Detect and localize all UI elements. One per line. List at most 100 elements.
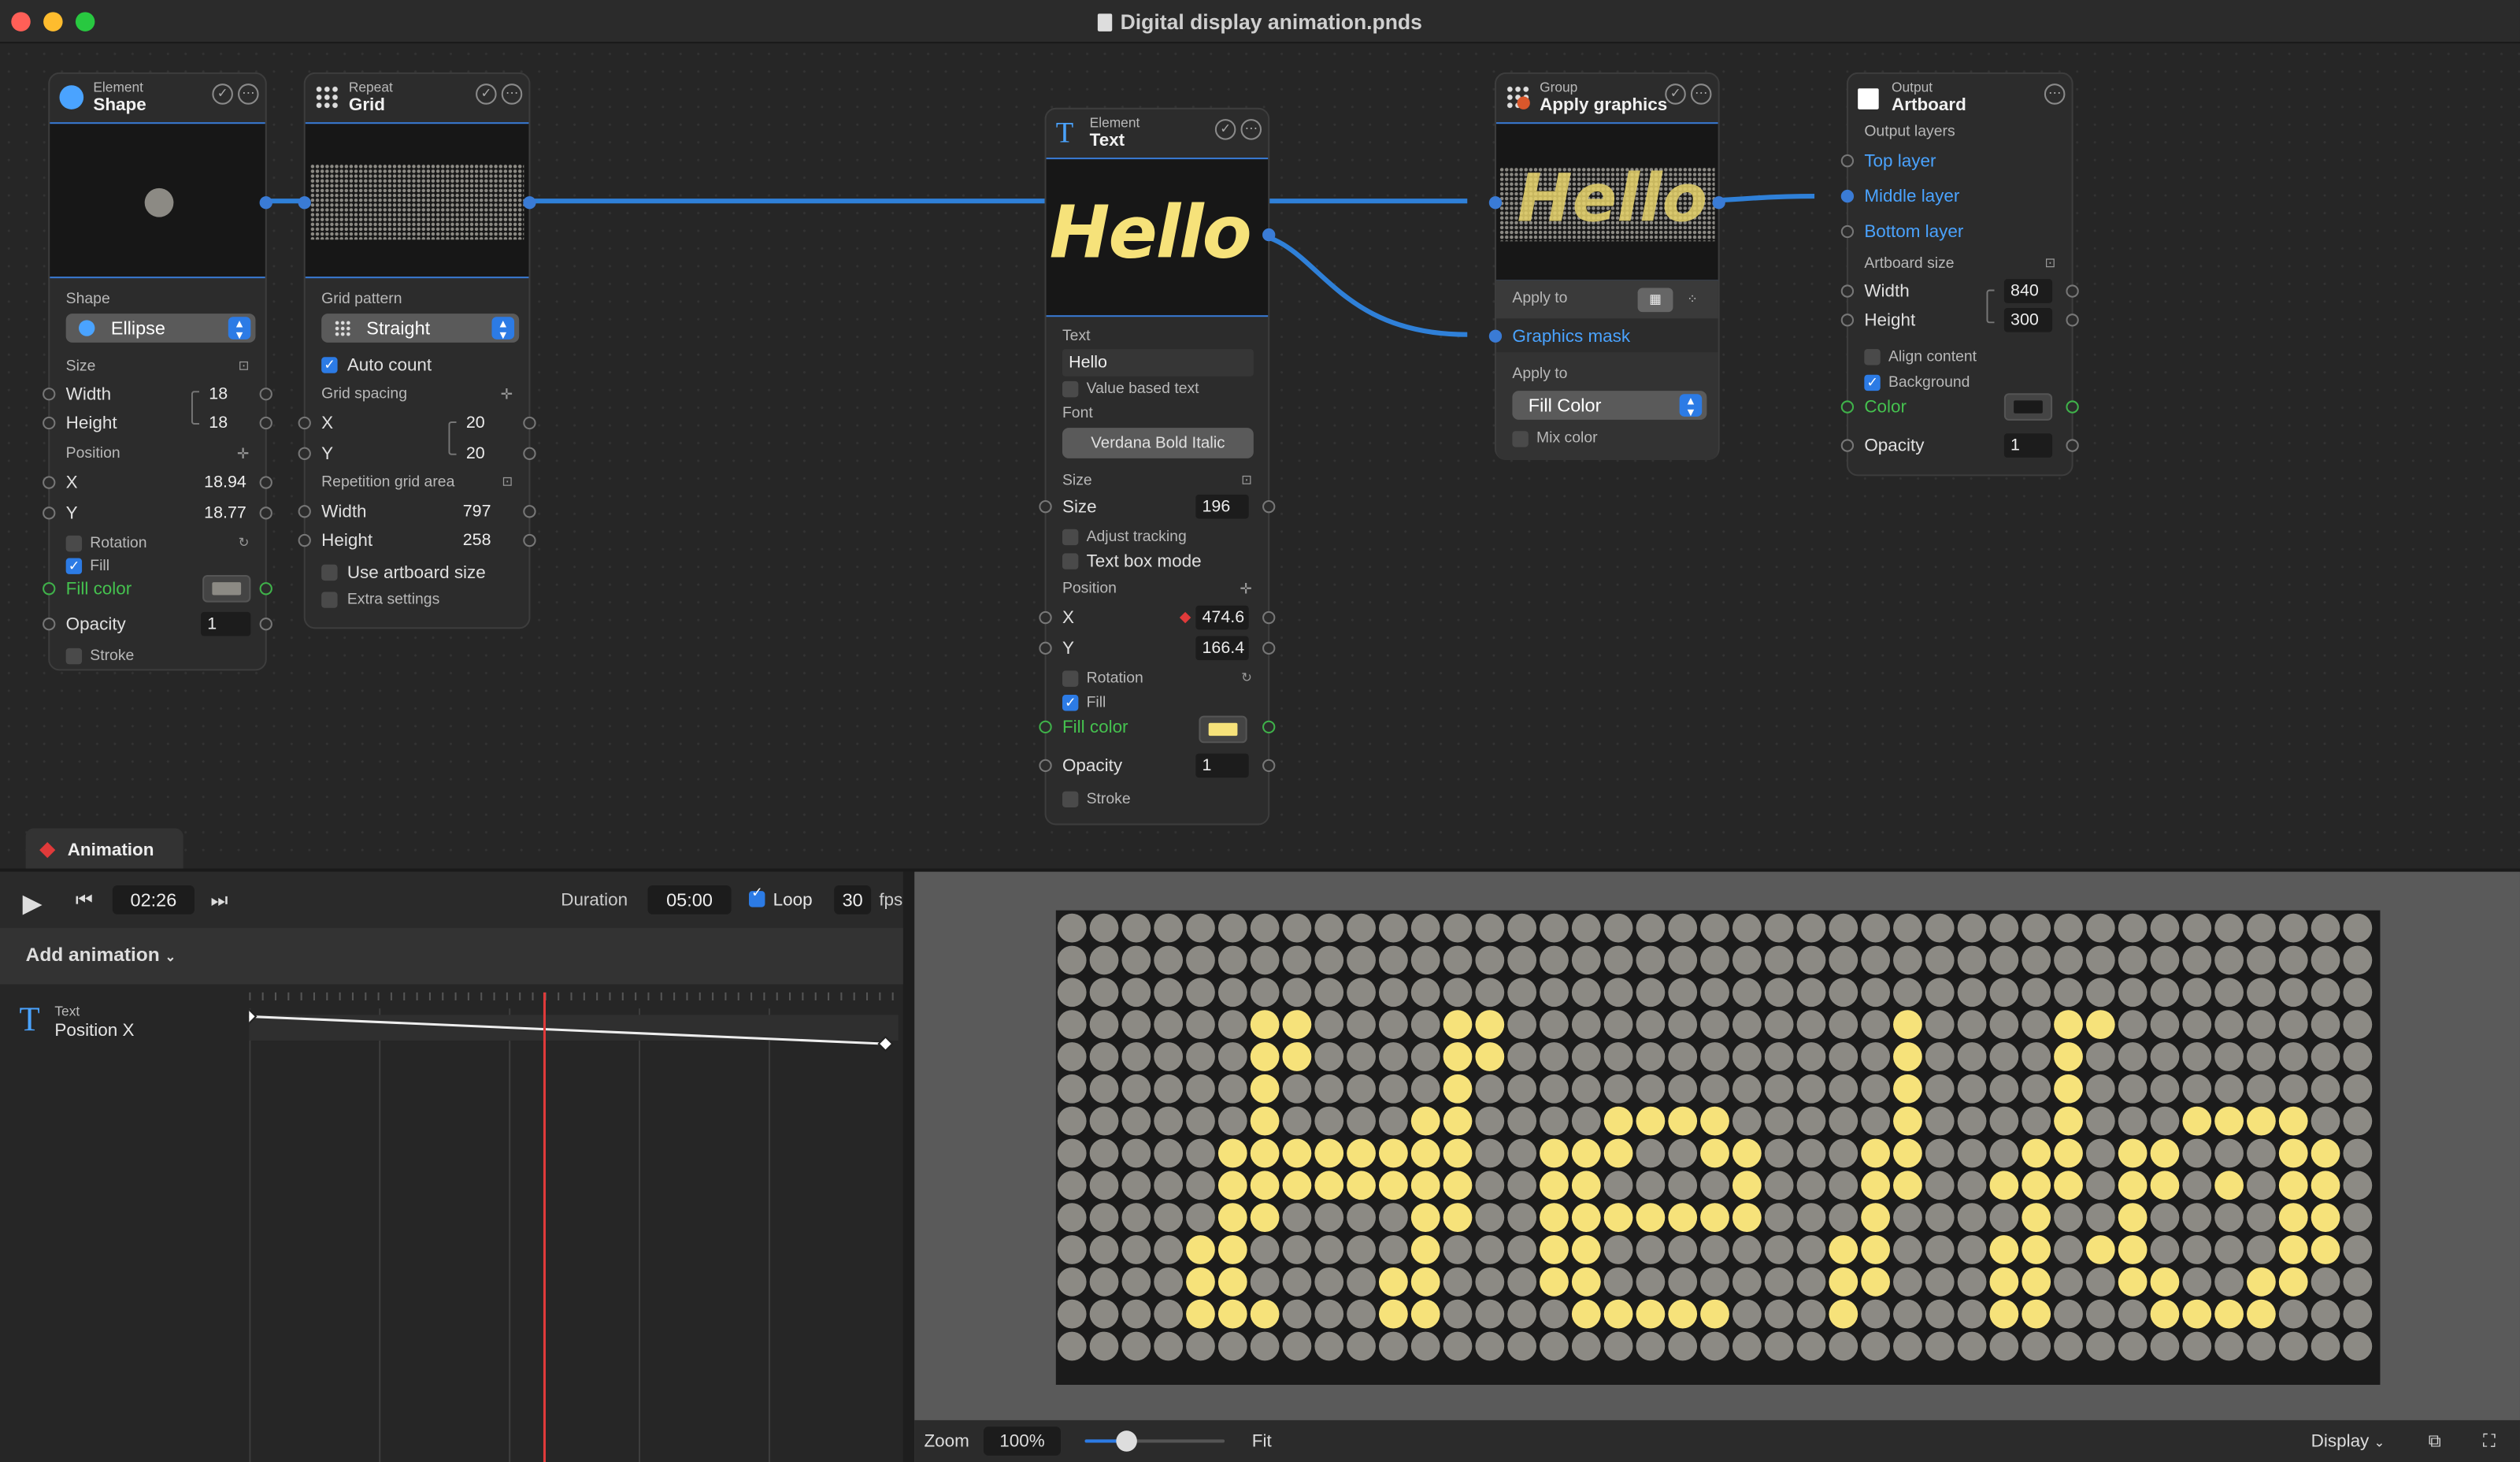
enable-check-icon[interactable]: ✓ bbox=[476, 83, 497, 105]
zoom-slider[interactable] bbox=[1084, 1430, 1225, 1452]
color-output-port[interactable] bbox=[2066, 400, 2079, 414]
x-field[interactable]: 18.94 bbox=[198, 470, 250, 495]
more-options-icon[interactable]: ⋯ bbox=[238, 83, 259, 105]
opacity-input-port[interactable] bbox=[1840, 439, 1855, 452]
mode-grid-button[interactable]: ▦ bbox=[1637, 288, 1673, 313]
move-icon[interactable]: ✛ bbox=[1240, 574, 1251, 603]
height-output-port[interactable] bbox=[259, 416, 272, 430]
keyframe-track[interactable] bbox=[249, 992, 899, 1462]
width-field[interactable]: 18 bbox=[202, 382, 243, 406]
opacity-output-port[interactable] bbox=[2066, 439, 2079, 452]
text-box-mode-checkbox[interactable] bbox=[1062, 553, 1079, 570]
x-input-port[interactable] bbox=[43, 476, 56, 489]
fill-color-swatch[interactable] bbox=[1199, 715, 1247, 744]
width-input-port[interactable] bbox=[43, 388, 56, 401]
spacing-x-field[interactable]: 20 bbox=[460, 411, 500, 436]
more-options-icon[interactable]: ⋯ bbox=[2044, 83, 2066, 105]
node-canvas[interactable]: Element Shape ✓ ⋯ Shape Ellipse ▲ ▼ Size ⊡ … bbox=[0, 45, 2520, 861]
apply-graphics-node[interactable]: Group Apply graphics ✓ ⋯ Hello Apply to … bbox=[1488, 72, 1725, 460]
more-options-icon[interactable]: ⋯ bbox=[1690, 83, 1712, 105]
fill-color-input-port[interactable] bbox=[1039, 720, 1052, 734]
track-label[interactable]: T Text Position X bbox=[0, 1000, 241, 1056]
middle-layer-port[interactable] bbox=[1840, 189, 1855, 203]
shape-node[interactable]: Element Shape ✓ ⋯ Shape Ellipse ▲ ▼ Size ⊡ … bbox=[43, 72, 272, 671]
more-options-icon[interactable]: ⋯ bbox=[1240, 119, 1262, 140]
enable-check-icon[interactable]: ✓ bbox=[1665, 83, 1686, 105]
grid-output-port[interactable] bbox=[523, 196, 536, 210]
grid-input-port[interactable] bbox=[298, 196, 311, 210]
move-icon[interactable]: ✛ bbox=[501, 380, 513, 409]
artboard-height-input-port[interactable] bbox=[1840, 314, 1855, 327]
shape-output-port[interactable] bbox=[259, 196, 272, 210]
area-height-field[interactable]: 258 bbox=[457, 529, 505, 553]
opacity-output-port[interactable] bbox=[259, 618, 272, 631]
shape-node-header[interactable]: Element Shape ✓ ⋯ bbox=[50, 74, 265, 121]
bottom-layer-port[interactable] bbox=[1840, 224, 1855, 239]
x-input-port[interactable] bbox=[1039, 610, 1052, 625]
size-section-icon[interactable]: ⊡ bbox=[2045, 249, 2056, 278]
area-width-field[interactable]: 797 bbox=[457, 499, 505, 524]
grid-node[interactable]: Repeat Grid ✓ ⋯ Grid pattern Straight ▲ ▼ … bbox=[298, 72, 536, 629]
opacity-field[interactable]: 1 bbox=[1195, 753, 1249, 778]
x-output-port[interactable] bbox=[259, 476, 272, 489]
skip-forward-icon[interactable]: ⏭ bbox=[210, 889, 228, 912]
grid-pattern-dropdown[interactable]: Straight ▲ ▼ bbox=[321, 314, 520, 343]
loop-checkbox[interactable] bbox=[749, 885, 765, 907]
x-field[interactable]: 474.6 bbox=[1195, 605, 1249, 630]
font-button[interactable]: Verdana Bold Italic bbox=[1062, 428, 1254, 458]
animation-tab[interactable]: Animation bbox=[25, 828, 183, 872]
shape-dropdown[interactable]: Ellipse ▲ ▼ bbox=[65, 314, 256, 343]
area-width-input-port[interactable] bbox=[298, 505, 311, 518]
area-width-output-port[interactable] bbox=[523, 505, 536, 518]
size-section-icon[interactable]: ⊡ bbox=[1241, 466, 1252, 495]
group-output-port[interactable] bbox=[1712, 196, 1725, 210]
stroke-checkbox[interactable] bbox=[65, 648, 83, 665]
move-icon[interactable]: ✛ bbox=[237, 439, 249, 468]
height-field[interactable]: 18 bbox=[202, 411, 243, 436]
opacity-output-port[interactable] bbox=[1262, 759, 1276, 773]
text-output-port[interactable] bbox=[1262, 228, 1276, 242]
rotation-checkbox[interactable] bbox=[65, 535, 83, 552]
area-section-icon[interactable]: ⊡ bbox=[502, 468, 513, 497]
window-mode-icon[interactable]: ⧉ bbox=[2429, 1420, 2441, 1462]
fill-color-output-port[interactable] bbox=[1262, 720, 1276, 734]
enable-check-icon[interactable]: ✓ bbox=[1214, 119, 1236, 140]
size-input-port[interactable] bbox=[1039, 499, 1052, 514]
mode-scatter-button[interactable]: ⁘ bbox=[1675, 288, 1710, 312]
spacing-y-input-port[interactable] bbox=[298, 447, 311, 460]
current-time-field[interactable]: 02:26 bbox=[112, 885, 195, 915]
y-output-port[interactable] bbox=[259, 507, 272, 520]
spacing-y-field[interactable]: 20 bbox=[460, 441, 500, 466]
color-input-port[interactable] bbox=[1840, 400, 1855, 414]
spacing-y-output-port[interactable] bbox=[523, 447, 536, 460]
size-field[interactable]: 196 bbox=[1195, 494, 1249, 519]
splitter-handle[interactable] bbox=[902, 871, 915, 1462]
height-input-port[interactable] bbox=[43, 416, 56, 430]
skip-back-icon[interactable]: ⏮ bbox=[76, 889, 93, 912]
group-input-port[interactable] bbox=[1488, 196, 1503, 210]
use-artboard-size-checkbox[interactable] bbox=[321, 564, 338, 581]
stroke-checkbox[interactable] bbox=[1062, 791, 1079, 807]
adjust-tracking-checkbox[interactable] bbox=[1062, 529, 1079, 546]
zoom-slider-knob[interactable] bbox=[1116, 1430, 1138, 1452]
background-checkbox[interactable] bbox=[1864, 369, 1881, 397]
opacity-field[interactable]: 1 bbox=[201, 611, 251, 636]
extra-settings-checkbox[interactable] bbox=[321, 592, 338, 608]
enable-check-icon[interactable]: ✓ bbox=[212, 83, 233, 105]
fill-color-input-port[interactable] bbox=[43, 582, 56, 596]
y-output-port[interactable] bbox=[1262, 641, 1276, 655]
spacing-x-output-port[interactable] bbox=[523, 416, 536, 430]
artboard-height-field[interactable]: 300 bbox=[2003, 308, 2053, 332]
text-value-field[interactable]: Hello bbox=[1062, 349, 1254, 377]
artboard-output-node[interactable]: Output Artboard ⋯ Output layers Top laye… bbox=[1840, 72, 2079, 477]
artboard-height-output-port[interactable] bbox=[2066, 314, 2079, 327]
add-animation-button[interactable]: Add animation ⌄ bbox=[26, 944, 176, 967]
background-color-swatch[interactable] bbox=[2003, 393, 2053, 421]
opacity-field[interactable]: 1 bbox=[2003, 433, 2053, 458]
artboard-width-input-port[interactable] bbox=[1840, 284, 1855, 298]
top-layer-port[interactable] bbox=[1840, 154, 1855, 168]
display-menu[interactable]: Display ⌄ bbox=[2311, 1420, 2385, 1462]
fill-checkbox[interactable] bbox=[65, 551, 83, 581]
fill-color-swatch[interactable] bbox=[202, 574, 251, 603]
opacity-input-port[interactable] bbox=[43, 618, 56, 631]
